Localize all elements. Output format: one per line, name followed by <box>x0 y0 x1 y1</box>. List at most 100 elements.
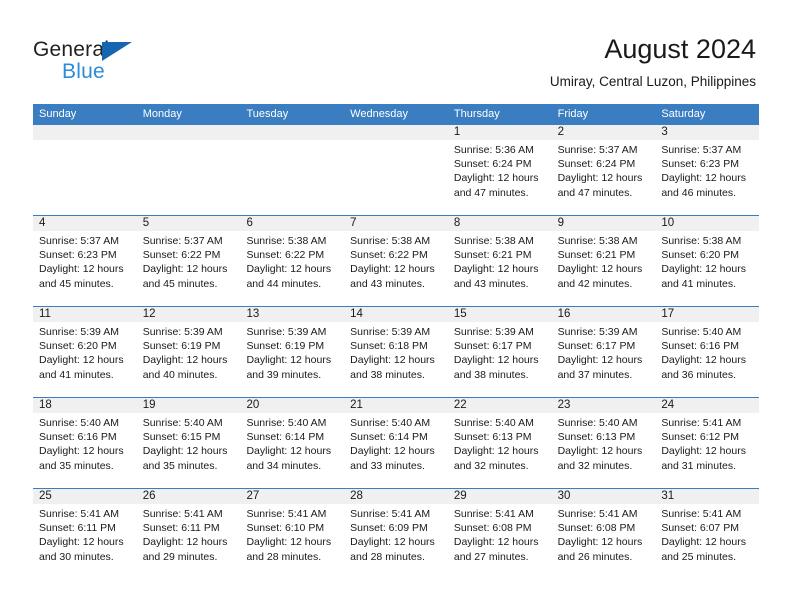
day-number: 20 <box>246 399 260 411</box>
day-details: Sunrise: 5:40 AM Sunset: 6:16 PM Daylight:… <box>33 413 137 473</box>
day-cell[interactable]: 15 Sunrise: 5:39 AM Sunset: 6:17 PM Dayligh… <box>447 307 552 397</box>
weekday-header-wednesday: Wednesday <box>350 108 409 120</box>
sunrise-text: Sunrise: 5:39 AM <box>246 326 327 338</box>
daylight-text: Daylight: 12 hours and 32 minutes. <box>557 445 643 472</box>
sunset-text: Sunset: 6:12 PM <box>661 431 739 444</box>
day-cell[interactable]: 17 Sunrise: 5:40 AM Sunset: 6:16 PM Dayligh… <box>655 307 760 397</box>
sunrise-text: Sunrise: 5:39 AM <box>142 326 223 338</box>
day-cell[interactable]: 10 Sunrise: 5:38 AM Sunset: 6:20 PM Dayligh… <box>655 216 760 306</box>
sunset-text: Sunset: 6:09 PM <box>350 522 428 535</box>
day-cell[interactable]: 18 Sunrise: 5:40 AM Sunset: 6:16 PM Dayligh… <box>33 398 137 488</box>
day-cell[interactable]: 28 Sunrise: 5:41 AM Sunset: 6:09 PM Dayligh… <box>344 489 448 579</box>
sunset-text: Sunset: 6:18 PM <box>350 340 428 353</box>
sunset-text: Sunset: 6:20 PM <box>39 340 117 353</box>
day-cell[interactable]: 30 Sunrise: 5:41 AM Sunset: 6:08 PM Dayligh… <box>551 489 656 579</box>
day-number-band <box>136 125 241 140</box>
day-cell[interactable]: 14 Sunrise: 5:39 AM Sunset: 6:18 PM Dayligh… <box>344 307 448 397</box>
day-number: 28 <box>350 490 363 502</box>
day-details: Sunrise: 5:41 AM Sunset: 6:10 PM Daylight:… <box>240 504 344 564</box>
sunset-text: Sunset: 6:13 PM <box>557 431 636 444</box>
sunset-text: Sunset: 6:19 PM <box>246 340 325 353</box>
daylight-text: Daylight: 12 hours and 34 minutes. <box>246 445 332 472</box>
day-details: Sunrise: 5:41 AM Sunset: 6:07 PM Daylight:… <box>655 504 759 564</box>
day-cell[interactable]: 20 Sunrise: 5:40 AM Sunset: 6:14 PM Dayligh… <box>240 398 345 488</box>
day-number-band: 18 <box>33 398 137 413</box>
week-row: 25 Sunrise: 5:41 AM Sunset: 6:11 PM Dayligh… <box>33 488 760 579</box>
weekday-header-friday: Friday <box>557 108 589 120</box>
day-cell[interactable]: 21 Sunrise: 5:40 AM Sunset: 6:14 PM Dayligh… <box>344 398 448 488</box>
sunrise-text: Sunrise: 5:38 AM <box>350 235 431 247</box>
day-number: 24 <box>661 399 675 411</box>
calendar-weeks: 1 Sunrise: 5:36 AM Sunset: 6:24 PM Daylight… <box>33 125 760 579</box>
day-number-band <box>344 125 448 140</box>
day-cell[interactable]: 29 Sunrise: 5:41 AM Sunset: 6:08 PM Dayligh… <box>447 489 552 579</box>
day-number: 31 <box>661 490 675 502</box>
daylight-text: Daylight: 12 hours and 41 minutes. <box>39 354 124 381</box>
sunset-text: Sunset: 6:24 PM <box>557 158 636 171</box>
day-details: Sunrise: 5:41 AM Sunset: 6:08 PM Daylight:… <box>552 504 656 564</box>
day-details: Sunrise: 5:40 AM Sunset: 6:16 PM Daylight:… <box>655 322 759 382</box>
sunset-text: Sunset: 6:22 PM <box>142 249 221 262</box>
day-details: Sunrise: 5:38 AM Sunset: 6:22 PM Daylight:… <box>240 231 344 291</box>
daylight-text: Daylight: 12 hours and 41 minutes. <box>661 263 746 290</box>
day-number-band: 1 <box>447 125 552 140</box>
day-details: Sunrise: 5:39 AM Sunset: 6:20 PM Daylight:… <box>33 322 137 382</box>
day-cell[interactable]: 19 Sunrise: 5:40 AM Sunset: 6:15 PM Dayligh… <box>136 398 241 488</box>
day-cell[interactable]: 9 Sunrise: 5:38 AM Sunset: 6:21 PM Daylight… <box>551 216 656 306</box>
week-row: 4 Sunrise: 5:37 AM Sunset: 6:23 PM Daylight… <box>33 215 760 306</box>
daylight-text: Daylight: 12 hours and 38 minutes. <box>453 354 539 381</box>
day-number-band: 9 <box>551 216 656 231</box>
day-cell[interactable]: 7 Sunrise: 5:38 AM Sunset: 6:22 PM Daylight… <box>344 216 448 306</box>
day-number: 16 <box>557 308 571 320</box>
sunrise-text: Sunrise: 5:36 AM <box>453 144 534 156</box>
day-cell[interactable]: 13 Sunrise: 5:39 AM Sunset: 6:19 PM Dayligh… <box>240 307 345 397</box>
day-cell[interactable]: 5 Sunrise: 5:37 AM Sunset: 6:22 PM Daylight… <box>136 216 241 306</box>
location-subtitle: Umiray, Central Luzon, Philippines <box>549 74 756 89</box>
day-details: Sunrise: 5:37 AM Sunset: 6:22 PM Daylight:… <box>137 231 241 291</box>
day-cell[interactable]: 22 Sunrise: 5:40 AM Sunset: 6:13 PM Dayligh… <box>447 398 552 488</box>
day-cell[interactable]: 3 Sunrise: 5:37 AM Sunset: 6:23 PM Daylight… <box>655 125 760 215</box>
day-number: 1 <box>453 126 461 138</box>
day-cell[interactable]: 11 Sunrise: 5:39 AM Sunset: 6:20 PM Dayligh… <box>33 307 137 397</box>
sunrise-text: Sunrise: 5:40 AM <box>453 417 534 429</box>
day-cell[interactable]: 1 Sunrise: 5:36 AM Sunset: 6:24 PM Daylight… <box>447 125 552 215</box>
day-number: 30 <box>557 490 571 502</box>
day-number-band: 21 <box>344 398 448 413</box>
day-cell[interactable]: 16 Sunrise: 5:39 AM Sunset: 6:17 PM Dayligh… <box>551 307 656 397</box>
daylight-text: Daylight: 12 hours and 37 minutes. <box>557 354 643 381</box>
day-cell[interactable]: 26 Sunrise: 5:41 AM Sunset: 6:11 PM Dayligh… <box>136 489 241 579</box>
sunset-text: Sunset: 6:21 PM <box>557 249 636 262</box>
day-cell[interactable]: 4 Sunrise: 5:37 AM Sunset: 6:23 PM Daylight… <box>33 216 137 306</box>
day-number-band <box>240 125 345 140</box>
day-cell[interactable]: 12 Sunrise: 5:39 AM Sunset: 6:19 PM Dayligh… <box>136 307 241 397</box>
day-cell[interactable]: 8 Sunrise: 5:38 AM Sunset: 6:21 PM Daylight… <box>447 216 552 306</box>
day-cell[interactable]: 25 Sunrise: 5:41 AM Sunset: 6:11 PM Dayligh… <box>33 489 137 579</box>
day-number: 8 <box>453 217 461 229</box>
sunset-text: Sunset: 6:23 PM <box>39 249 117 262</box>
day-cell[interactable]: 23 Sunrise: 5:40 AM Sunset: 6:13 PM Dayligh… <box>551 398 656 488</box>
daylight-text: Daylight: 12 hours and 44 minutes. <box>246 263 332 290</box>
sunrise-text: Sunrise: 5:39 AM <box>350 326 431 338</box>
day-cell[interactable]: 24 Sunrise: 5:41 AM Sunset: 6:12 PM Dayligh… <box>655 398 760 488</box>
day-number-band: 31 <box>655 489 760 504</box>
day-number-band <box>33 125 137 140</box>
day-cell[interactable]: 2 Sunrise: 5:37 AM Sunset: 6:24 PM Daylight… <box>551 125 656 215</box>
sunset-text: Sunset: 6:08 PM <box>453 522 532 535</box>
day-cell[interactable]: 31 Sunrise: 5:41 AM Sunset: 6:07 PM Dayligh… <box>655 489 760 579</box>
day-cell[interactable]: 6 Sunrise: 5:38 AM Sunset: 6:22 PM Daylight… <box>240 216 345 306</box>
sunset-text: Sunset: 6:10 PM <box>246 522 325 535</box>
day-number: 25 <box>39 490 52 502</box>
day-details: Sunrise: 5:38 AM Sunset: 6:21 PM Daylight:… <box>552 231 656 291</box>
brand-name-blue: Blue <box>62 60 105 83</box>
day-cell[interactable]: 27 Sunrise: 5:41 AM Sunset: 6:10 PM Dayligh… <box>240 489 345 579</box>
sunrise-text: Sunrise: 5:37 AM <box>142 235 223 247</box>
day-number: 5 <box>142 217 150 229</box>
day-details: Sunrise: 5:40 AM Sunset: 6:14 PM Daylight:… <box>344 413 448 473</box>
brand-logo[interactable]: General Blue <box>33 38 153 86</box>
sunset-text: Sunset: 6:24 PM <box>453 158 532 171</box>
day-details: Sunrise: 5:40 AM Sunset: 6:15 PM Daylight:… <box>137 413 241 473</box>
sunrise-text: Sunrise: 5:40 AM <box>350 417 431 429</box>
brand-triangle-icon <box>102 42 132 61</box>
day-number: 21 <box>350 399 363 411</box>
day-number-band: 19 <box>136 398 241 413</box>
